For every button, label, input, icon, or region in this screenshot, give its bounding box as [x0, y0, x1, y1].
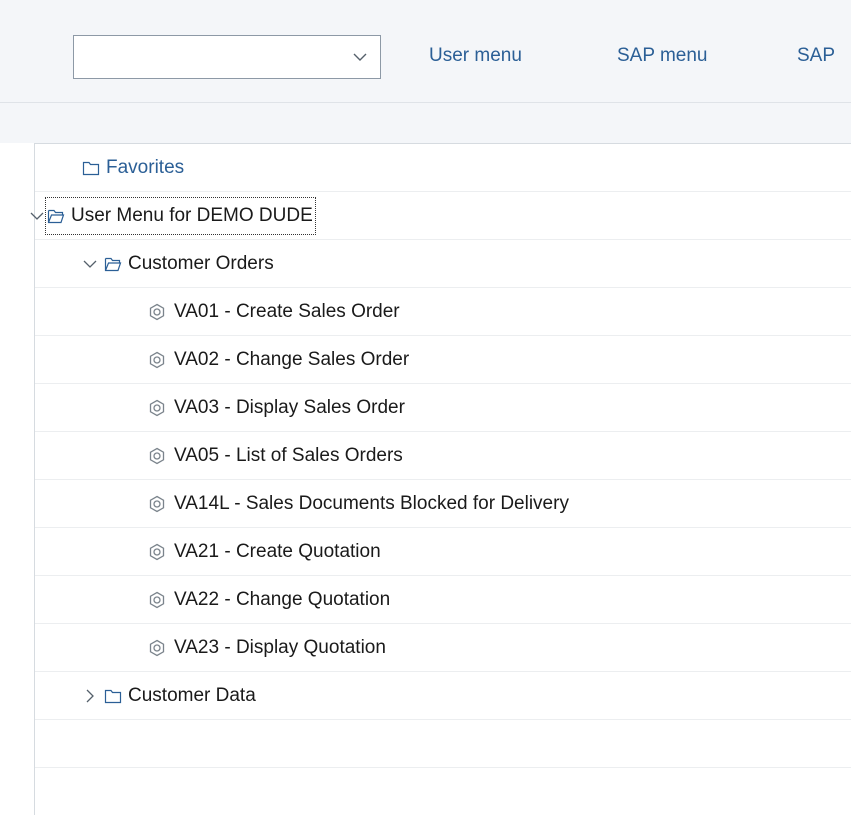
transaction-label: VA14L - Sales Documents Blocked for Deli… [174, 492, 569, 514]
tree-row-user-menu: User Menu for DEMO DUDE [30, 192, 851, 240]
toolbar-spacer [0, 103, 851, 143]
tree-row-customer-data: Customer Data [35, 672, 851, 720]
transaction-label: VA21 - Create Quotation [174, 540, 381, 562]
command-field-combo[interactable] [73, 35, 381, 79]
tree-row-transaction: VA14L - Sales Documents Blocked for Deli… [35, 480, 851, 528]
transaction-label: VA23 - Display Quotation [174, 636, 386, 658]
sap-business-workplace-link[interactable]: SAP [797, 45, 835, 67]
tree-node-va02[interactable]: VA02 - Change Sales Order [148, 336, 409, 383]
tree-node-va22[interactable]: VA22 - Change Quotation [148, 576, 390, 623]
tree-row-transaction: VA21 - Create Quotation [35, 528, 851, 576]
tree-row-empty [35, 768, 851, 816]
transaction-gear-icon [149, 399, 165, 416]
tree-node-customer-data[interactable]: Customer Data [82, 672, 256, 719]
transaction-label: VA01 - Create Sales Order [174, 300, 400, 322]
customer-data-label: Customer Data [128, 684, 256, 706]
customer-orders-label: Customer Orders [128, 252, 274, 274]
tree-node-va21[interactable]: VA21 - Create Quotation [148, 528, 381, 575]
tree-node-va14l[interactable]: VA14L - Sales Documents Blocked for Deli… [148, 480, 569, 527]
user-menu-label: User Menu for DEMO DUDE [71, 204, 313, 226]
folder-icon [82, 161, 100, 175]
folder-open-icon [104, 257, 122, 271]
sap-menu-link[interactable]: SAP menu [617, 45, 707, 67]
tree-node-va01[interactable]: VA01 - Create Sales Order [148, 288, 400, 335]
menu-tree: Favorites User Menu for DEMO DUDE Custom… [30, 143, 851, 816]
transaction-label: VA22 - Change Quotation [174, 588, 391, 610]
tree-row-transaction: VA01 - Create Sales Order [35, 288, 851, 336]
folder-icon [104, 689, 122, 703]
tree-row-transaction: VA02 - Change Sales Order [35, 336, 851, 384]
transaction-gear-icon [149, 591, 165, 608]
tree-node-customer-orders[interactable]: Customer Orders [82, 240, 274, 287]
chevron-down-icon[interactable] [82, 256, 98, 272]
tree-node-va03[interactable]: VA03 - Display Sales Order [148, 384, 405, 431]
transaction-gear-icon [149, 447, 165, 464]
tree-row-transaction: VA23 - Display Quotation [35, 624, 851, 672]
tree-row-customer-orders: Customer Orders [35, 240, 851, 288]
transaction-gear-icon [149, 351, 165, 368]
focused-node-frame: User Menu for DEMO DUDE [45, 196, 316, 235]
tree-node-va23[interactable]: VA23 - Display Quotation [148, 624, 386, 671]
chevron-down-icon[interactable] [352, 49, 368, 65]
transaction-label: VA05 - List of Sales Orders [174, 444, 403, 466]
tree-row-transaction: VA05 - List of Sales Orders [35, 432, 851, 480]
transaction-gear-icon [149, 303, 165, 320]
toolbar: User menu SAP menu SAP [0, 0, 851, 103]
transaction-gear-icon [149, 639, 165, 656]
transaction-gear-icon [149, 543, 165, 560]
folder-open-icon [47, 209, 65, 223]
user-menu-link[interactable]: User menu [429, 45, 522, 67]
tree-row-favorites: Favorites [35, 144, 851, 192]
transaction-label: VA02 - Change Sales Order [174, 348, 410, 370]
transaction-gear-icon [149, 495, 165, 512]
favorites-label: Favorites [106, 156, 185, 178]
chevron-down-icon[interactable] [29, 208, 45, 224]
tree-row-transaction: VA22 - Change Quotation [35, 576, 851, 624]
chevron-right-icon[interactable] [82, 688, 98, 704]
tree-node-va05[interactable]: VA05 - List of Sales Orders [148, 432, 403, 479]
transaction-label: VA03 - Display Sales Order [174, 396, 405, 418]
tree-node-favorites[interactable]: Favorites [82, 144, 184, 191]
tree-row-transaction: VA03 - Display Sales Order [35, 384, 851, 432]
tree-node-user-menu[interactable]: User Menu for DEMO DUDE [29, 192, 316, 239]
tree-row-empty [35, 720, 851, 768]
